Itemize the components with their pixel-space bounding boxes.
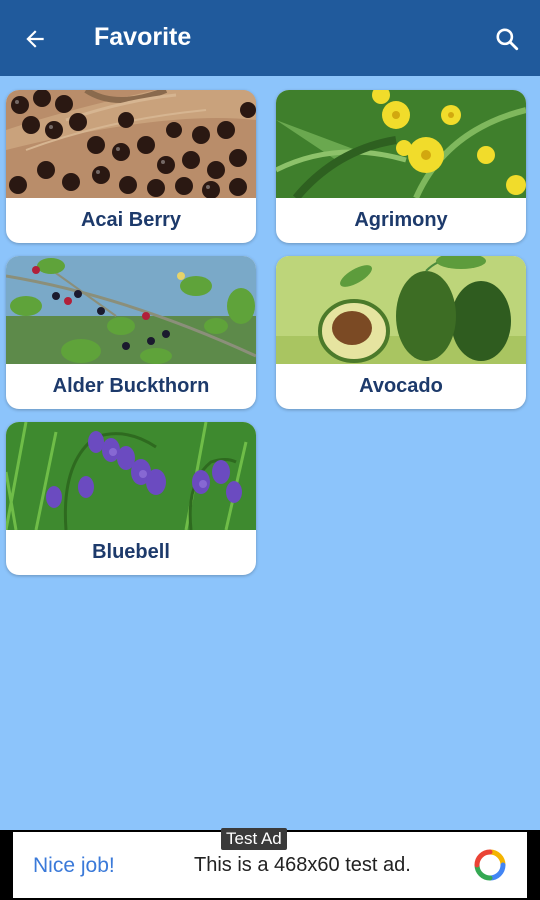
search-icon bbox=[496, 28, 519, 51]
favorite-card-label: Bluebell bbox=[92, 541, 170, 563]
favorite-card-label: Agrimony bbox=[354, 209, 448, 231]
page-title: Favorite bbox=[94, 23, 192, 51]
ad-cta[interactable]: Nice job! bbox=[33, 854, 115, 878]
alder-buckthorn-image bbox=[6, 256, 256, 364]
search-button[interactable] bbox=[490, 22, 524, 56]
favorite-card-agrimony[interactable]: Agrimony bbox=[276, 90, 526, 243]
avocado-image bbox=[276, 256, 526, 364]
favorite-card-label: Alder Buckthorn bbox=[52, 375, 210, 397]
favorite-card-avocado[interactable]: Avocado bbox=[276, 256, 526, 409]
favorite-card-label: Acai Berry bbox=[80, 209, 182, 231]
test-ad-badge: Test Ad bbox=[221, 828, 287, 850]
ad-text: This is a 468x60 test ad. bbox=[194, 854, 411, 876]
arrow-left-icon bbox=[26, 30, 44, 48]
favorite-card-bluebell[interactable]: Bluebell bbox=[6, 422, 256, 575]
favorite-card-label: Avocado bbox=[359, 375, 443, 397]
app-bar: Favorite bbox=[0, 0, 540, 76]
ad-banner[interactable]: Nice job! This is a 468x60 test ad. Test… bbox=[0, 828, 540, 900]
bluebell-image bbox=[6, 422, 256, 530]
acai-berry-image bbox=[6, 90, 256, 198]
favorite-card-acai-berry[interactable]: Acai Berry bbox=[6, 90, 256, 243]
favorite-card-alder-buckthorn[interactable]: Alder Buckthorn bbox=[6, 256, 256, 409]
ad-network-logo-icon bbox=[474, 849, 506, 881]
back-button[interactable] bbox=[18, 22, 52, 56]
agrimony-image bbox=[276, 90, 526, 198]
